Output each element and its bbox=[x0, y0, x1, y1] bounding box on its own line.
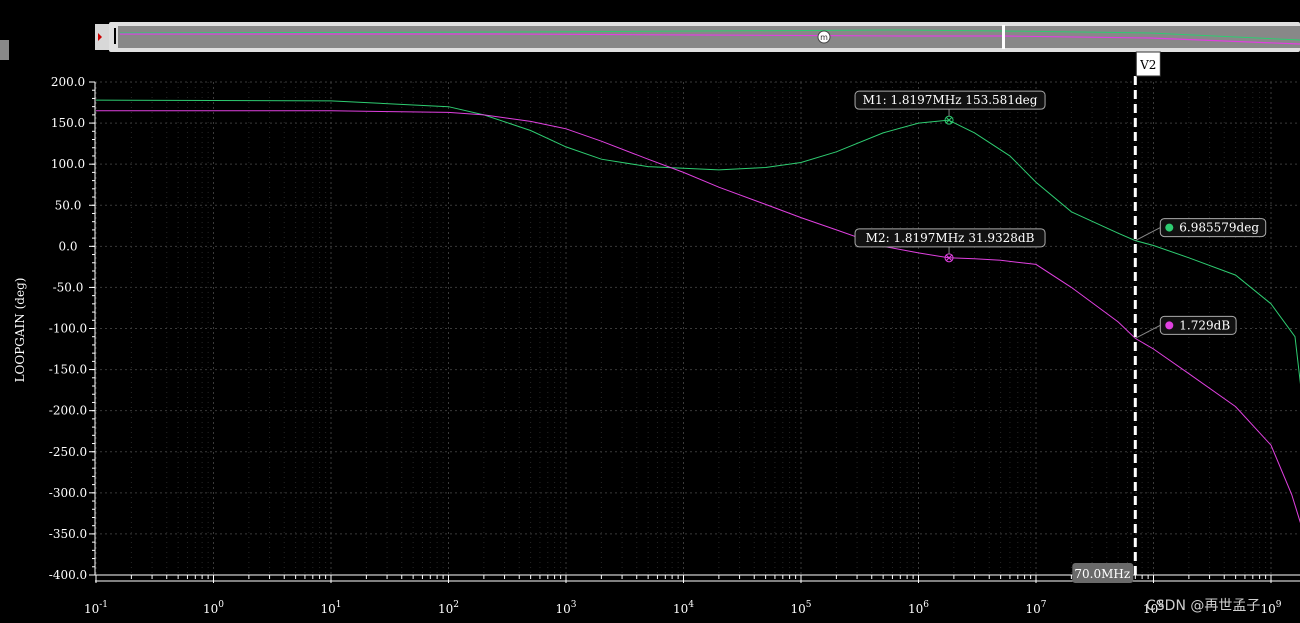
m-circle-icon-glyph: m bbox=[820, 33, 828, 42]
x-tick-label: 105 bbox=[790, 600, 811, 616]
y-tick-label: -250.0 bbox=[49, 445, 87, 459]
scroll-handle-left[interactable] bbox=[114, 28, 116, 44]
y-tick-label: 200.0 bbox=[51, 75, 85, 89]
overview-track bbox=[118, 26, 1300, 48]
x-tick-label: 10-1 bbox=[84, 600, 108, 616]
y-tick-label: -200.0 bbox=[49, 404, 87, 418]
y-tick-label: -100.0 bbox=[49, 322, 87, 336]
cursor-value-dot bbox=[1165, 223, 1174, 232]
plot-series bbox=[95, 99, 1300, 524]
plot-grid bbox=[95, 81, 1300, 576]
y-tick-label: -400.0 bbox=[49, 568, 87, 582]
left-panel-handle[interactable] bbox=[0, 40, 9, 60]
x-tick-label: 104 bbox=[673, 600, 694, 616]
series-line-0 bbox=[95, 99, 1300, 385]
y-tick-label: -150.0 bbox=[49, 363, 87, 377]
x-tick-label: 103 bbox=[555, 600, 576, 616]
cursor-value-dot bbox=[1165, 321, 1174, 330]
y-tick-label: -300.0 bbox=[49, 486, 87, 500]
marker-label: M2: 1.8197MHz 31.9328dB bbox=[866, 231, 1035, 245]
cursor-value-leader bbox=[1135, 227, 1161, 242]
plot-overlay: V2 70.0MHz M1: 1.8197MHz 153.581deg M2: 1.8… bbox=[854, 51, 1267, 583]
marker-label: M1: 1.8197MHz 153.581deg bbox=[863, 93, 1038, 107]
x-tick-label: 101 bbox=[320, 600, 341, 616]
x-tick-label: 106 bbox=[908, 600, 929, 616]
y-tick-label: 50.0 bbox=[55, 198, 82, 212]
y-axis-title: LOOPGAIN (deg) bbox=[13, 278, 27, 383]
x-tick-label: 100 bbox=[203, 600, 224, 616]
y-tick-label: -350.0 bbox=[49, 527, 87, 541]
overview-scrollbar[interactable]: m bbox=[95, 22, 1300, 52]
y-tick-label: 150.0 bbox=[51, 116, 85, 130]
y-tick-label: 100.0 bbox=[51, 157, 85, 171]
x-tick-label: 107 bbox=[1025, 600, 1046, 616]
overview-cursor[interactable] bbox=[1002, 25, 1005, 49]
y-tick-label: 0.0 bbox=[58, 239, 77, 253]
cursor-value-text: 6.985579deg bbox=[1179, 221, 1259, 235]
cursor-readout: 70.0MHz bbox=[1074, 567, 1130, 581]
series-line-1 bbox=[96, 110, 1300, 524]
cursor-value-text: 1.729dB bbox=[1179, 318, 1230, 332]
watermark: CSDN @再世孟子 bbox=[1146, 598, 1260, 614]
loopgain-chart[interactable]: m 200.0 150.0 100.0 50.0 0.0 -50.0 -100.0 -150.… bbox=[0, 0, 1300, 623]
x-tick-label: 102 bbox=[438, 600, 459, 616]
y-tick-label: -50.0 bbox=[53, 280, 84, 294]
plot-axes: 200.0 150.0 100.0 50.0 0.0 -50.0 -100.0 -150.0 -… bbox=[49, 75, 1300, 616]
cursor-label: V2 bbox=[1139, 58, 1156, 72]
x-tick-label: 109 bbox=[1260, 600, 1281, 616]
